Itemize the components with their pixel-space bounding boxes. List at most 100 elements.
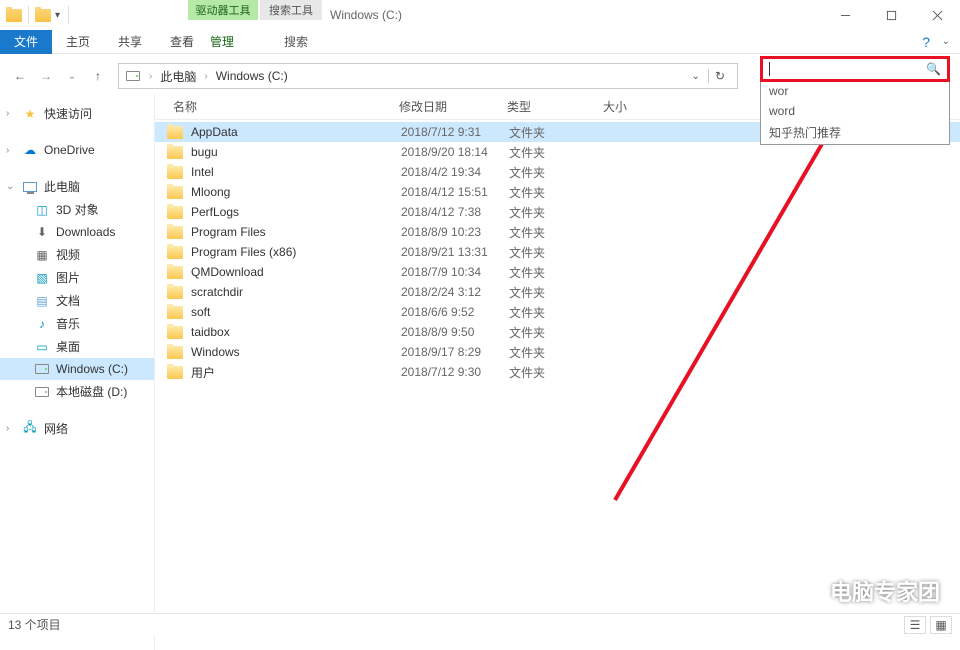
forward-button[interactable]: → (34, 64, 58, 88)
file-name: Mloong (191, 185, 401, 199)
table-row[interactable]: bugu2018/9/20 18:14文件夹 (155, 142, 960, 162)
close-button[interactable] (914, 0, 960, 30)
address-bar[interactable]: › 此电脑 › Windows (C:) ⌄ ↻ (118, 63, 738, 89)
suggestion-item[interactable]: word (761, 101, 949, 121)
tab-share[interactable]: 共享 (104, 29, 156, 54)
sidebar-item-pictures[interactable]: ▧ 图片 (0, 266, 154, 289)
sidebar-item-documents[interactable]: ▤ 文档 (0, 289, 154, 312)
table-row[interactable]: QMDownload2018/7/9 10:34文件夹 (155, 262, 960, 282)
chevron-right-icon[interactable]: › (204, 71, 207, 82)
suggestion-item[interactable]: 知乎热门推荐 (761, 121, 949, 144)
help-icon[interactable]: ? (922, 34, 930, 50)
sidebar-item-drive-c[interactable]: Windows (C:) (0, 358, 154, 380)
breadcrumb-thispc[interactable]: 此电脑 (160, 68, 196, 85)
column-header-name[interactable]: 名称 (167, 98, 393, 115)
file-date: 2018/8/9 10:23 (401, 225, 509, 239)
chevron-right-icon[interactable]: › (6, 145, 16, 156)
table-row[interactable]: Windows2018/9/17 8:29文件夹 (155, 342, 960, 362)
back-button[interactable]: ← (8, 64, 32, 88)
sidebar-label: 桌面 (56, 338, 80, 355)
sidebar-item-quick-access[interactable]: › ★ 快速访问 (0, 102, 154, 125)
sidebar-label: 音乐 (56, 315, 80, 332)
table-row[interactable]: scratchdir2018/2/24 3:12文件夹 (155, 282, 960, 302)
watermark-text: 电脑专家团 (830, 575, 940, 607)
chevron-right-icon[interactable]: › (6, 423, 16, 434)
file-name: AppData (191, 125, 401, 139)
column-header-type[interactable]: 类型 (501, 98, 597, 115)
tab-manage[interactable]: 管理 (196, 29, 248, 54)
search-icon[interactable]: 🔍 (926, 62, 941, 76)
file-date: 2018/2/24 3:12 (401, 285, 509, 299)
maximize-button[interactable] (868, 0, 914, 30)
document-icon: ▤ (34, 293, 50, 309)
file-type: 文件夹 (509, 124, 605, 141)
address-dropdown[interactable]: ⌄ (688, 71, 704, 82)
file-date: 2018/6/6 9:52 (401, 305, 509, 319)
search-input-container[interactable]: 🔍 (760, 56, 950, 82)
suggestion-item[interactable]: wor (761, 81, 949, 101)
table-row[interactable]: Program Files2018/8/9 10:23文件夹 (155, 222, 960, 242)
column-header-date[interactable]: 修改日期 (393, 98, 501, 115)
folder-icon (167, 166, 183, 179)
sidebar-item-network[interactable]: › 🖧 网络 (0, 417, 154, 440)
table-row[interactable]: Intel2018/4/2 19:34文件夹 (155, 162, 960, 182)
sidebar-item-desktop[interactable]: ▭ 桌面 (0, 335, 154, 358)
window-title: Windows (C:) (330, 8, 402, 22)
breadcrumb-current[interactable]: Windows (C:) (216, 69, 288, 83)
file-date: 2018/7/12 9:30 (401, 365, 509, 379)
search-tools-context-tab: 搜索工具 (260, 0, 322, 20)
refresh-button[interactable]: ↻ (708, 69, 731, 83)
drive-icon (34, 384, 50, 400)
table-row[interactable]: PerfLogs2018/4/12 7:38文件夹 (155, 202, 960, 222)
titlebar: ▾ 驱动器工具 搜索工具 Windows (C:) (0, 0, 960, 30)
file-name: 用户 (191, 364, 401, 381)
up-button[interactable]: ↑ (86, 64, 110, 88)
desktop-icon: ▭ (34, 339, 50, 355)
cloud-icon: ☁ (22, 142, 38, 158)
sidebar-item-downloads[interactable]: ⬇ Downloads (0, 221, 154, 243)
column-header-size[interactable]: 大小 (597, 98, 677, 115)
drive-tools-context-tab: 驱动器工具 (188, 0, 258, 20)
qat-dropdown[interactable]: ▾ (53, 8, 62, 23)
table-row[interactable]: Mloong2018/4/12 15:51文件夹 (155, 182, 960, 202)
ribbon-expand-icon[interactable]: ⌄ (942, 36, 950, 47)
sidebar-item-drive-d[interactable]: 本地磁盘 (D:) (0, 380, 154, 403)
tab-search[interactable]: 搜索 (270, 29, 322, 54)
file-type: 文件夹 (509, 204, 605, 221)
pc-icon (22, 179, 38, 195)
folder-icon (167, 126, 183, 139)
file-type: 文件夹 (509, 344, 605, 361)
sidebar-item-onedrive[interactable]: › ☁ OneDrive (0, 139, 154, 161)
sidebar-item-videos[interactable]: ▦ 视频 (0, 243, 154, 266)
table-row[interactable]: Program Files (x86)2018/9/21 13:31文件夹 (155, 242, 960, 262)
chevron-right-icon[interactable]: › (6, 108, 16, 119)
file-type: 文件夹 (509, 364, 605, 381)
sidebar-label: 快速访问 (44, 105, 92, 122)
chevron-down-icon[interactable]: ⌄ (6, 181, 16, 192)
file-date: 2018/9/20 18:14 (401, 145, 509, 159)
view-icons-button[interactable]: ▦ (930, 616, 952, 634)
file-list: AppData2018/7/12 9:31文件夹bugu2018/9/20 18… (155, 120, 960, 650)
table-row[interactable]: 用户2018/7/12 9:30文件夹 (155, 362, 960, 382)
view-details-button[interactable]: ☰ (904, 616, 926, 634)
file-type: 文件夹 (509, 184, 605, 201)
tab-home[interactable]: 主页 (52, 29, 104, 54)
file-date: 2018/9/21 13:31 (401, 245, 509, 259)
table-row[interactable]: soft2018/6/6 9:52文件夹 (155, 302, 960, 322)
folder-icon (167, 246, 183, 259)
sidebar-item-3d[interactable]: ◫ 3D 对象 (0, 198, 154, 221)
folder-icon (167, 286, 183, 299)
minimize-button[interactable] (822, 0, 868, 30)
sidebar-item-thispc[interactable]: ⌄ 此电脑 (0, 175, 154, 198)
drive-icon (125, 68, 141, 84)
status-bar: 13 个项目 ☰ ▦ (0, 613, 960, 635)
search-input[interactable] (770, 62, 926, 76)
watermark: 电脑专家团 (786, 575, 940, 607)
item-count: 13 个项目 (8, 616, 61, 633)
file-tab[interactable]: 文件 (0, 30, 52, 54)
sidebar-item-music[interactable]: ♪ 音乐 (0, 312, 154, 335)
file-name: PerfLogs (191, 205, 401, 219)
table-row[interactable]: taidbox2018/8/9 9:50文件夹 (155, 322, 960, 342)
chevron-right-icon[interactable]: › (149, 71, 152, 82)
recent-dropdown[interactable]: ⌄ (60, 64, 84, 88)
